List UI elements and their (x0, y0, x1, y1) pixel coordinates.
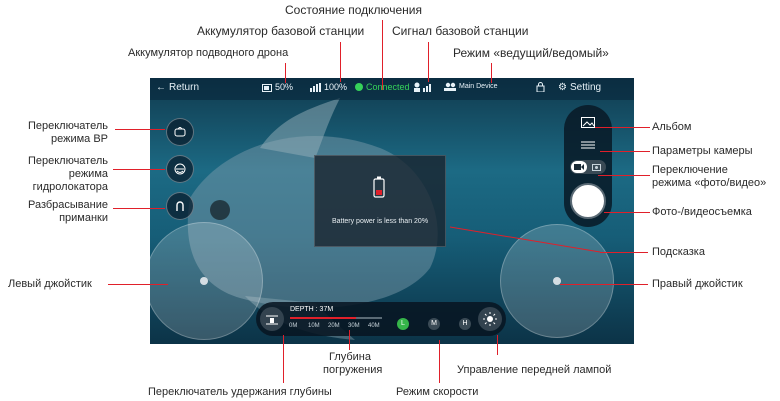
callout-base-battery: Аккумулятор базовой станции (197, 24, 365, 38)
callout-line: погружения (323, 364, 383, 376)
callout-line: режима (68, 168, 108, 180)
callout-drone-battery: Аккумулятор подводного дрона (128, 47, 289, 59)
callout-line: гидролокатора (32, 181, 108, 193)
leader-line (349, 330, 350, 350)
callout-depth-hold: Переключатель удержания глубины (148, 386, 332, 398)
callout-line: Переключение (652, 164, 728, 176)
leader-line (439, 340, 440, 383)
callout-shutter: Фото-/видеосъемка (652, 206, 752, 218)
callout-right-joystick: Правый джойстик (652, 278, 743, 290)
callout-hint: Подсказка (652, 246, 705, 258)
callout-line: режима «фото/видео» (652, 177, 767, 189)
callout-line: Переключатель (27, 120, 108, 132)
callout-connection-status: Состояние подключения (285, 3, 422, 17)
callout-bait: Разбрасывание приманки (0, 199, 108, 225)
callout-line: Переключатель (27, 155, 108, 167)
callout-base-signal: Сигнал базовой станции (392, 24, 529, 38)
callout-front-lamp: Управление передней лампой (457, 364, 612, 376)
callout-sonar-mode: Переключатель режима гидролокатора (0, 155, 108, 194)
callout-camera-params: Параметры камеры (652, 145, 753, 157)
leader-line (283, 335, 284, 383)
callout-line: приманки (59, 212, 108, 224)
callout-line: Разбрасывание (27, 199, 108, 211)
callout-depth: Глубина погружения (323, 351, 383, 377)
callout-album: Альбом (652, 121, 692, 133)
callout-line: Глубина (328, 351, 372, 363)
leader-line (497, 335, 498, 355)
callout-master-slave: Режим «ведущий/ведомый» (453, 46, 609, 60)
callout-line: режима ВР (50, 133, 108, 145)
callout-photo-video: Переключение режима «фото/видео» (652, 164, 766, 190)
callout-vr-mode: Переключатель режима ВР (0, 120, 108, 146)
callout-left-joystick: Левый джойстик (8, 278, 92, 290)
callout-speed-mode: Режим скорости (396, 386, 479, 398)
leader-line-diagonal (449, 226, 601, 253)
